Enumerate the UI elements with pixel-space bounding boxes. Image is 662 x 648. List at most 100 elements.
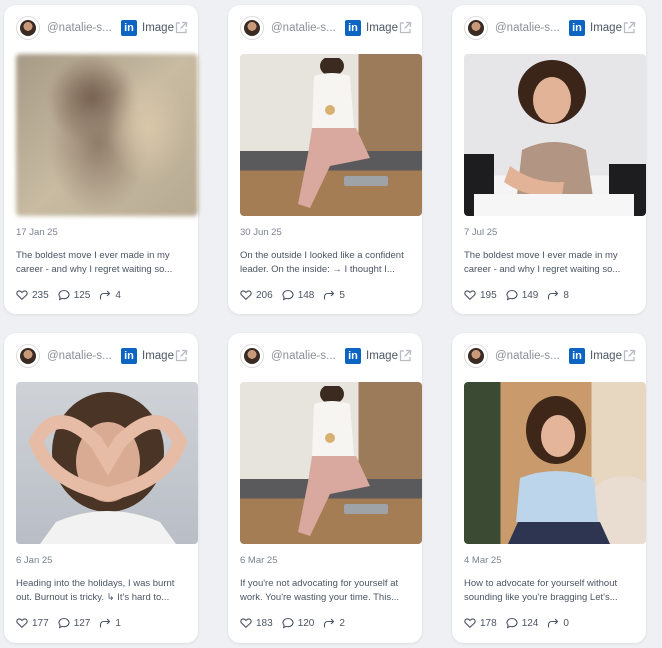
heart-icon [464, 618, 476, 629]
avatar [16, 344, 40, 368]
post-date: 17 Jan 25 [16, 227, 58, 238]
share-icon [324, 290, 335, 300]
comment-icon [282, 617, 294, 629]
engagement-stats: 206 148 5 [240, 289, 354, 301]
post-card[interactable]: @natalie-s... in Image 6 Jan 25 Heading … [4, 333, 198, 643]
engagement-stats: 178 124 0 [464, 617, 578, 629]
post-card[interactable]: @natalie-s... in Image 6 Mar 25 If you'r… [228, 333, 422, 643]
comment-icon [58, 617, 70, 629]
engagement-stats: 183 120 2 [240, 617, 354, 629]
shares-count: 4 [115, 289, 121, 301]
avatar [240, 16, 264, 40]
likes-stat: 206 [240, 289, 273, 301]
post-date: 30 Jun 25 [240, 227, 282, 238]
linkedin-icon: in [121, 20, 137, 36]
shares-count: 1 [115, 617, 121, 629]
likes-count: 206 [256, 289, 273, 301]
post-card[interactable]: @natalie-s... in Image 30 Jun 25 On the … [228, 5, 422, 314]
engagement-stats: 235 125 4 [16, 289, 130, 301]
comments-stat: 127 [58, 617, 91, 629]
likes-stat: 235 [16, 289, 49, 301]
external-link-icon[interactable] [174, 21, 188, 35]
avatar [464, 16, 488, 40]
post-image[interactable] [240, 54, 422, 216]
engagement-stats: 195 149 8 [464, 289, 578, 301]
shares-count: 2 [339, 617, 345, 629]
shares-stat: 0 [547, 617, 569, 629]
card-header: @natalie-s... in Image [240, 344, 412, 368]
comments-stat: 148 [282, 289, 314, 301]
comments-count: 149 [521, 289, 539, 301]
post-card[interactable]: @natalie-s... in Image 4 Mar 25 How to a… [452, 333, 646, 643]
post-type-label: Image [590, 350, 622, 362]
comments-stat: 124 [506, 617, 538, 629]
post-type-label: Image [590, 22, 622, 34]
heart-icon [240, 618, 252, 629]
linkedin-icon: in [121, 348, 137, 364]
avatar [240, 344, 264, 368]
post-card[interactable]: @natalie-s... in Image 7 Jul 25 The bold… [452, 5, 646, 314]
comments-stat: 149 [506, 289, 539, 301]
likes-stat: 177 [16, 617, 49, 629]
author-handle: @natalie-s... [495, 22, 560, 34]
likes-stat: 178 [464, 617, 497, 629]
external-link-icon[interactable] [622, 349, 636, 363]
share-icon [100, 618, 111, 628]
heart-icon [16, 290, 28, 301]
comments-count: 120 [297, 617, 315, 629]
linkedin-icon: in [569, 348, 585, 364]
post-image[interactable] [16, 382, 198, 544]
external-link-icon[interactable] [174, 349, 188, 363]
share-icon [548, 618, 559, 628]
comments-count: 127 [73, 617, 91, 629]
comments-stat: 120 [282, 617, 315, 629]
share-icon [324, 618, 335, 628]
comments-count: 125 [73, 289, 91, 301]
share-icon [100, 290, 111, 300]
post-card[interactable]: @natalie-s... in Image 17 Jan 25 The bol… [4, 5, 198, 314]
post-image[interactable] [240, 382, 422, 544]
post-caption: Heading into the holidays, I was burnt o… [16, 578, 175, 603]
author-handle: @natalie-s... [495, 350, 560, 362]
likes-stat: 183 [240, 617, 273, 629]
card-header: @natalie-s... in Image [464, 16, 636, 40]
shares-stat: 5 [323, 289, 345, 301]
linkedin-icon: in [345, 348, 361, 364]
heart-icon [464, 290, 476, 301]
author-handle: @natalie-s... [47, 350, 112, 362]
linkedin-icon: in [345, 20, 361, 36]
post-caption: On the outside I looked like a confident… [240, 250, 404, 275]
post-image[interactable] [464, 54, 646, 216]
external-link-icon[interactable] [398, 349, 412, 363]
linkedin-icon: in [569, 20, 585, 36]
shares-count: 8 [563, 289, 569, 301]
external-link-icon[interactable] [398, 21, 412, 35]
post-type-label: Image [142, 350, 174, 362]
avatar [464, 344, 488, 368]
post-type-label: Image [366, 350, 398, 362]
engagement-stats: 177 127 1 [16, 617, 130, 629]
share-icon [548, 290, 559, 300]
post-caption: The boldest move I ever made in my caree… [16, 250, 173, 275]
likes-count: 177 [32, 617, 49, 629]
shares-stat: 4 [99, 289, 121, 301]
post-date: 4 Mar 25 [464, 555, 502, 566]
post-image[interactable] [464, 382, 646, 544]
likes-stat: 195 [464, 289, 497, 301]
comment-icon [506, 289, 518, 301]
heart-icon [16, 618, 28, 629]
likes-count: 183 [256, 617, 273, 629]
shares-stat: 1 [99, 617, 121, 629]
likes-count: 195 [480, 289, 497, 301]
author-handle: @natalie-s... [47, 22, 112, 34]
shares-stat: 2 [323, 617, 345, 629]
post-image[interactable] [16, 54, 198, 216]
post-caption: The boldest move I ever made in my caree… [464, 250, 621, 275]
external-link-icon[interactable] [622, 21, 636, 35]
post-caption: If you're not advocating for yourself at… [240, 578, 399, 603]
comments-stat: 125 [58, 289, 91, 301]
comment-icon [58, 289, 70, 301]
shares-count: 0 [563, 617, 569, 629]
post-type-label: Image [366, 22, 398, 34]
card-header: @natalie-s... in Image [464, 344, 636, 368]
